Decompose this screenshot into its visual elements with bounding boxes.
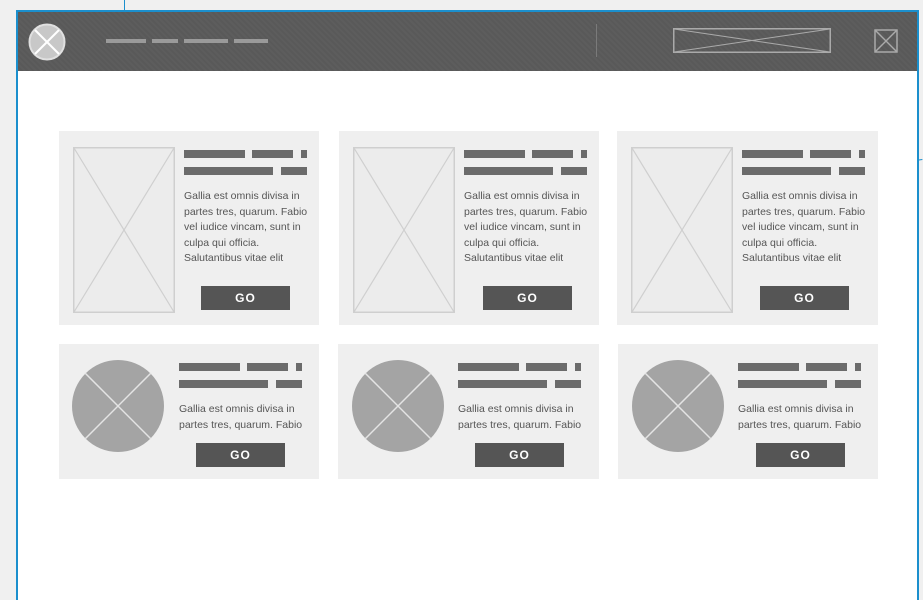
card-description: Gallia est omnis divisa in partes tres, … (179, 403, 303, 431)
image-placeholder-icon (353, 147, 455, 313)
go-button[interactable]: GO (475, 443, 564, 467)
card-image: Gallia est omnis divisa in partes tres, … (339, 131, 599, 325)
nav-link[interactable] (152, 39, 178, 43)
close-icon[interactable] (874, 29, 898, 53)
card-image: Gallia est omnis divisa in partes tres, … (59, 131, 319, 325)
avatar-placeholder-icon (72, 360, 164, 452)
logo-icon[interactable] (28, 23, 66, 61)
wireframe-page: Gallia est omnis divisa in partes tres, … (16, 10, 919, 600)
nav-link[interactable] (234, 39, 268, 43)
card-description: Gallia est omnis divisa in partes tres, … (742, 190, 866, 264)
image-placeholder-icon (631, 147, 733, 313)
card-description: Gallia est omnis divisa in partes tres, … (464, 190, 588, 264)
go-button[interactable]: GO (483, 286, 572, 310)
card-description: Gallia est omnis divisa in partes tres, … (184, 190, 308, 264)
top-navigation-bar (18, 12, 917, 71)
card-description: Gallia est omnis divisa in partes tres, … (738, 403, 862, 431)
image-placeholder-icon (73, 147, 175, 313)
go-button[interactable]: GO (760, 286, 849, 310)
search-placeholder-icon[interactable] (673, 28, 831, 53)
go-button[interactable]: GO (196, 443, 285, 467)
card-profile: Gallia est omnis divisa in partes tres, … (59, 344, 319, 479)
card-profile: Gallia est omnis divisa in partes tres, … (338, 344, 599, 479)
card-image: Gallia est omnis divisa in partes tres, … (617, 131, 878, 325)
go-button[interactable]: GO (756, 443, 845, 467)
nav-link[interactable] (106, 39, 146, 43)
card-description: Gallia est omnis divisa in partes tres, … (458, 403, 582, 431)
avatar-placeholder-icon (632, 360, 724, 452)
avatar-placeholder-icon (352, 360, 444, 452)
nav-links (106, 39, 268, 43)
card-profile: Gallia est omnis divisa in partes tres, … (618, 344, 878, 479)
header-divider (596, 24, 597, 57)
nav-link[interactable] (184, 39, 228, 43)
go-button[interactable]: GO (201, 286, 290, 310)
